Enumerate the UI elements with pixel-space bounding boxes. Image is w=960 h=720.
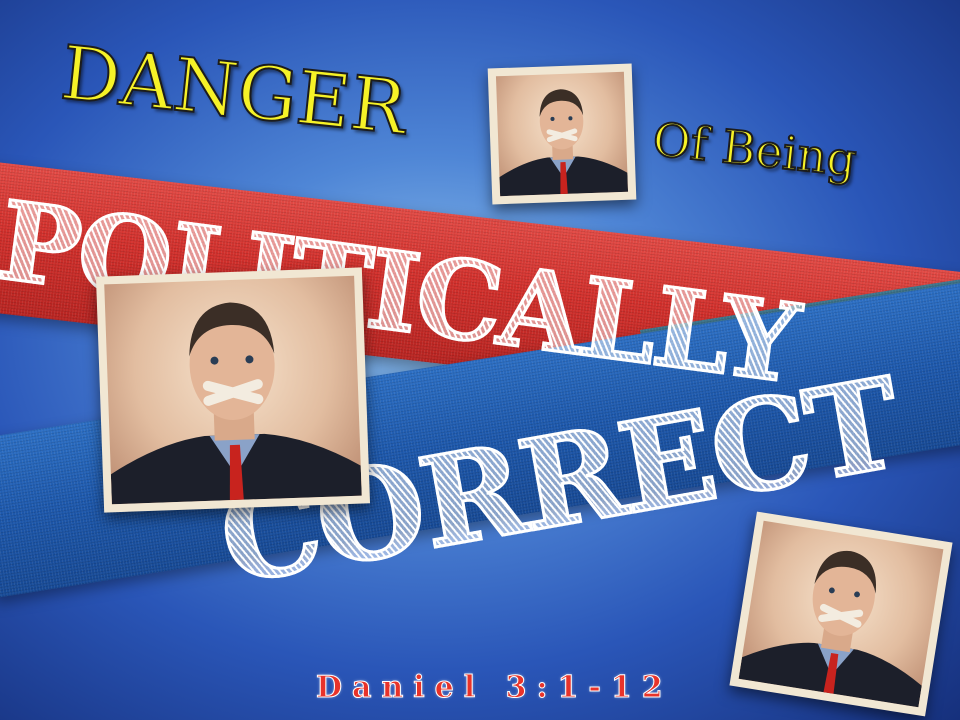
sermon-title-slide: POLITICALLY CORRECT DANGER Of Being Dani… <box>0 0 960 720</box>
man-taped-mouth-photo <box>729 511 953 717</box>
person-taped-mouth-icon <box>104 275 362 505</box>
man-taped-mouth-photo <box>95 267 371 513</box>
man-taped-mouth-photo <box>487 63 637 205</box>
person-taped-mouth-icon <box>738 520 944 708</box>
person-taped-mouth-icon <box>495 71 629 197</box>
of-being-title: Of Being <box>649 111 860 188</box>
scripture-reference: Daniel 3:1-12 <box>316 670 673 706</box>
danger-title: DANGER <box>56 29 411 153</box>
